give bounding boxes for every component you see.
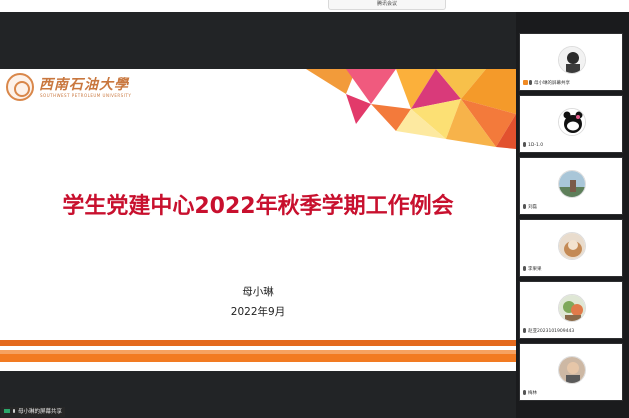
screen-share-area: 西南石油大學 SOUTHWEST PETROLEUM UNIVERSITY 学生… — [0, 12, 516, 418]
participant-name: 母小琳的屏幕共享 — [522, 80, 572, 88]
slide-accent-bar — [0, 340, 516, 346]
landscape-avatar — [558, 170, 586, 198]
logo-chinese-name: 西南石油大學 — [39, 77, 129, 93]
participant-tile[interactable]: 1D-1.0 — [519, 95, 623, 153]
participant-name: 刘磊 — [522, 204, 539, 212]
top-bar: 腾讯会议 — [0, 0, 629, 12]
screen-share-status[interactable]: 母小琳的屏幕共享 — [1, 407, 66, 417]
microphone-icon — [529, 80, 532, 85]
university-logo: 西南石油大學 SOUTHWEST PETROLEUM UNIVERSITY — [6, 73, 146, 103]
microphone-icon — [523, 204, 526, 209]
person-dark-avatar — [558, 46, 586, 74]
participant-name: 1D-1.0 — [522, 142, 546, 150]
microphone-icon — [523, 142, 526, 147]
animal-avatar — [558, 232, 586, 260]
microphone-icon — [523, 266, 526, 271]
microphone-icon — [523, 328, 526, 333]
slide-date: 2022年9月 — [230, 306, 286, 318]
presenter-name: 母小琳 — [242, 286, 274, 298]
meeting-title[interactable]: 腾讯会议 — [328, 0, 446, 10]
logo-emblem-icon — [6, 73, 34, 101]
screen-share-icon — [4, 409, 10, 413]
screen-share-label: 母小琳的屏幕共享 — [18, 409, 63, 415]
slide-title: 学生党建中心2022年秋季学期工作例会 — [62, 194, 454, 219]
participant-panel: 母小琳的屏幕共享 1D-1.0 刘磊 李果果 赵亚2023101909443 梅… — [516, 12, 629, 418]
participant-name: 赵亚2023101909443 — [522, 328, 577, 336]
participant-tile[interactable]: 梅林 — [519, 343, 623, 401]
slide-decoration — [306, 69, 516, 149]
person-avatar — [558, 356, 586, 384]
presentation-slide: 西南石油大學 SOUTHWEST PETROLEUM UNIVERSITY 学生… — [0, 69, 516, 371]
participant-tile[interactable]: 赵亚2023101909443 — [519, 281, 623, 339]
microphone-icon — [523, 390, 526, 395]
host-icon — [523, 80, 528, 85]
participant-name: 李果果 — [522, 266, 544, 274]
slide-footer-bar — [0, 350, 516, 362]
cartoon-avatar — [558, 108, 586, 136]
participant-tile[interactable]: 母小琳的屏幕共享 — [519, 33, 623, 91]
participant-tile[interactable]: 李果果 — [519, 219, 623, 277]
logo-english-name: SOUTHWEST PETROLEUM UNIVERSITY — [40, 93, 132, 98]
plant-avatar — [558, 294, 586, 322]
participant-name: 梅林 — [522, 390, 539, 398]
participant-tile[interactable]: 刘磊 — [519, 157, 623, 215]
microphone-icon — [13, 409, 15, 413]
